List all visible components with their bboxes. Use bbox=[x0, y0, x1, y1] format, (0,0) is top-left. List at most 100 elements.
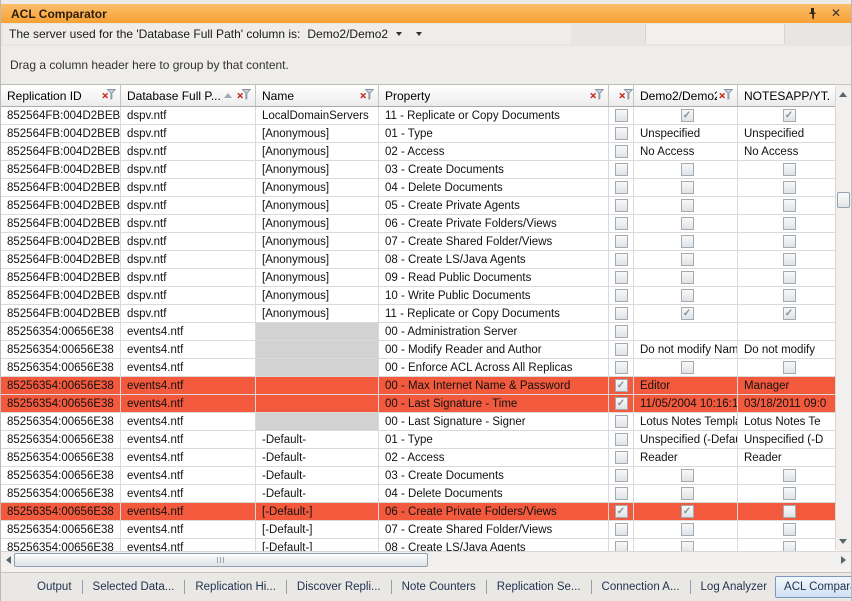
checkbox-unchecked bbox=[783, 505, 796, 518]
table-row[interactable]: 852564FB:004D2BEBdspv.ntf[Anonymous]07 -… bbox=[1, 233, 837, 251]
server-label: The server used for the 'Database Full P… bbox=[9, 27, 300, 41]
cell-property: 08 - Create LS/Java Agents bbox=[379, 251, 609, 268]
table-row[interactable]: 852564FB:004D2BEBdspv.ntf[Anonymous]04 -… bbox=[1, 179, 837, 197]
cell-name: [Anonymous] bbox=[256, 287, 379, 304]
column-header-property[interactable]: Property bbox=[379, 85, 609, 106]
scroll-down-icon[interactable] bbox=[839, 539, 847, 544]
tab-discover-repli[interactable]: Discover Repli... bbox=[289, 577, 389, 597]
table-row[interactable]: 852564FB:004D2BEBdspv.ntf[Anonymous]11 -… bbox=[1, 305, 837, 323]
cell-demo2 bbox=[634, 233, 738, 250]
toolbar-overflow-chevron-icon[interactable] bbox=[416, 32, 422, 36]
table-row[interactable]: 85256354:00656E38events4.ntf00 - Adminis… bbox=[1, 323, 837, 341]
cell-replication-id: 852564FB:004D2BEB bbox=[1, 197, 121, 214]
table-row[interactable]: 85256354:00656E38events4.ntf00 - Enforce… bbox=[1, 359, 837, 377]
cell-notesapp bbox=[738, 485, 837, 502]
table-row[interactable]: 85256354:00656E38events4.ntf-Default-01 … bbox=[1, 431, 837, 449]
server-select[interactable]: Demo2/Demo2 bbox=[307, 27, 388, 41]
checkbox-unchecked bbox=[615, 325, 628, 338]
cell-name: LocalDomainServers bbox=[256, 107, 379, 124]
cell-notesapp bbox=[738, 107, 837, 124]
vertical-scrollbar[interactable] bbox=[835, 86, 850, 550]
cell-name: -Default- bbox=[256, 431, 379, 448]
cell-database-full-path: events4.ntf bbox=[121, 485, 256, 502]
cell-notesapp: Lotus Notes Te bbox=[738, 413, 837, 430]
column-header-diff[interactable] bbox=[609, 85, 634, 106]
table-row[interactable]: 85256354:00656E38events4.ntf00 - Max Int… bbox=[1, 377, 837, 395]
table-row[interactable]: 852564FB:004D2BEBdspv.ntf[Anonymous]06 -… bbox=[1, 215, 837, 233]
checkbox-checked bbox=[783, 109, 796, 122]
table-row[interactable]: 85256354:00656E38events4.ntf-Default-04 … bbox=[1, 485, 837, 503]
tab-output[interactable]: Output bbox=[29, 577, 80, 597]
cell-database-full-path: events4.ntf bbox=[121, 449, 256, 466]
filter-icon[interactable] bbox=[719, 89, 733, 103]
server-toolbar: The server used for the 'Database Full P… bbox=[1, 23, 851, 47]
cell-replication-id: 85256354:00656E38 bbox=[1, 467, 121, 484]
scroll-right-icon[interactable] bbox=[841, 556, 846, 564]
checkbox-unchecked bbox=[615, 109, 628, 122]
vertical-scrollbar-thumb[interactable] bbox=[837, 192, 850, 208]
table-row[interactable]: 852564FB:004D2BEBdspv.ntf[Anonymous]02 -… bbox=[1, 143, 837, 161]
table-row[interactable]: 85256354:00656E38events4.ntf[-Default-]0… bbox=[1, 521, 837, 539]
cell-notesapp bbox=[738, 161, 837, 178]
tab-replication-se[interactable]: Replication Se... bbox=[489, 577, 589, 597]
cell-demo2: Unspecified bbox=[634, 125, 738, 142]
table-row[interactable]: 852564FB:004D2BEBdspv.ntfLocalDomainServ… bbox=[1, 107, 837, 125]
table-row[interactable]: 85256354:00656E38events4.ntf-Default-02 … bbox=[1, 449, 837, 467]
cell-demo2: Do not modify Nam... bbox=[634, 341, 738, 358]
table-row[interactable]: 852564FB:004D2BEBdspv.ntf[Anonymous]05 -… bbox=[1, 197, 837, 215]
group-by-drop-area[interactable]: Drag a column header here to group by th… bbox=[1, 46, 851, 85]
cell-property: 04 - Delete Documents bbox=[379, 179, 609, 196]
acl-grid: Replication IDDatabase Full P...NameProp… bbox=[1, 84, 837, 551]
cell-property: 06 - Create Private Folders/Views bbox=[379, 503, 609, 520]
tab-note-counters[interactable]: Note Counters bbox=[394, 577, 484, 597]
table-row[interactable]: 852564FB:004D2BEBdspv.ntf[Anonymous]09 -… bbox=[1, 269, 837, 287]
cell-diff-checkbox bbox=[609, 467, 634, 484]
tab-replication-hi[interactable]: Replication Hi... bbox=[187, 577, 284, 597]
horizontal-scrollbar-thumb[interactable] bbox=[14, 553, 428, 567]
filter-icon[interactable] bbox=[237, 89, 251, 103]
column-header-demo2[interactable]: Demo2/Demo2 bbox=[634, 85, 738, 106]
checkbox-checked bbox=[681, 505, 694, 518]
table-row[interactable]: 852564FB:004D2BEBdspv.ntf[Anonymous]03 -… bbox=[1, 161, 837, 179]
cell-name: [Anonymous] bbox=[256, 179, 379, 196]
table-row[interactable]: 85256354:00656E38events4.ntf00 - Modify … bbox=[1, 341, 837, 359]
filter-icon[interactable] bbox=[590, 89, 604, 103]
table-row[interactable]: 85256354:00656E38events4.ntf-Default-03 … bbox=[1, 467, 837, 485]
scroll-left-icon[interactable] bbox=[6, 556, 11, 564]
column-header-name[interactable]: Name bbox=[256, 85, 379, 106]
cell-notesapp bbox=[738, 251, 837, 268]
table-row[interactable]: 85256354:00656E38events4.ntf00 - Last Si… bbox=[1, 413, 837, 431]
column-header-notesapp[interactable]: NOTESAPP/YT. bbox=[738, 85, 837, 106]
cell-replication-id: 85256354:00656E38 bbox=[1, 431, 121, 448]
scroll-up-icon[interactable] bbox=[839, 92, 847, 97]
cell-property: 00 - Administration Server bbox=[379, 323, 609, 340]
tab-selected-data[interactable]: Selected Data... bbox=[85, 577, 183, 597]
cell-demo2 bbox=[634, 359, 738, 376]
cell-replication-id: 85256354:00656E38 bbox=[1, 503, 121, 520]
table-row[interactable]: 85256354:00656E38events4.ntf[-Default-]0… bbox=[1, 503, 837, 521]
tab-connection-a[interactable]: Connection A... bbox=[594, 577, 688, 597]
cell-replication-id: 85256354:00656E38 bbox=[1, 377, 121, 394]
cell-notesapp bbox=[738, 197, 837, 214]
cell-diff-checkbox bbox=[609, 233, 634, 250]
table-row[interactable]: 852564FB:004D2BEBdspv.ntf[Anonymous]01 -… bbox=[1, 125, 837, 143]
chevron-down-icon[interactable] bbox=[396, 32, 402, 36]
column-header-replication-id[interactable]: Replication ID bbox=[1, 85, 121, 106]
cell-notesapp bbox=[738, 521, 837, 538]
filter-icon[interactable] bbox=[619, 89, 633, 103]
cell-diff-checkbox bbox=[609, 341, 634, 358]
horizontal-scrollbar[interactable] bbox=[1, 551, 851, 567]
table-row[interactable]: 85256354:00656E38events4.ntf[-Default-]0… bbox=[1, 539, 837, 551]
table-row[interactable]: 852564FB:004D2BEBdspv.ntf[Anonymous]08 -… bbox=[1, 251, 837, 269]
pin-icon[interactable] bbox=[807, 7, 819, 20]
tab-log-analyzer[interactable]: Log Analyzer bbox=[693, 577, 776, 597]
filter-icon[interactable] bbox=[102, 89, 116, 103]
close-icon[interactable]: ✕ bbox=[831, 7, 841, 20]
table-row[interactable]: 852564FB:004D2BEBdspv.ntf[Anonymous]10 -… bbox=[1, 287, 837, 305]
column-header-database-full-path[interactable]: Database Full P... bbox=[121, 85, 256, 106]
cell-name bbox=[256, 341, 379, 358]
table-row[interactable]: 85256354:00656E38events4.ntf00 - Last Si… bbox=[1, 395, 837, 413]
filter-icon[interactable] bbox=[360, 89, 374, 103]
checkbox-unchecked bbox=[615, 523, 628, 536]
tab-acl-compara[interactable]: ACL Compara... bbox=[775, 576, 852, 598]
